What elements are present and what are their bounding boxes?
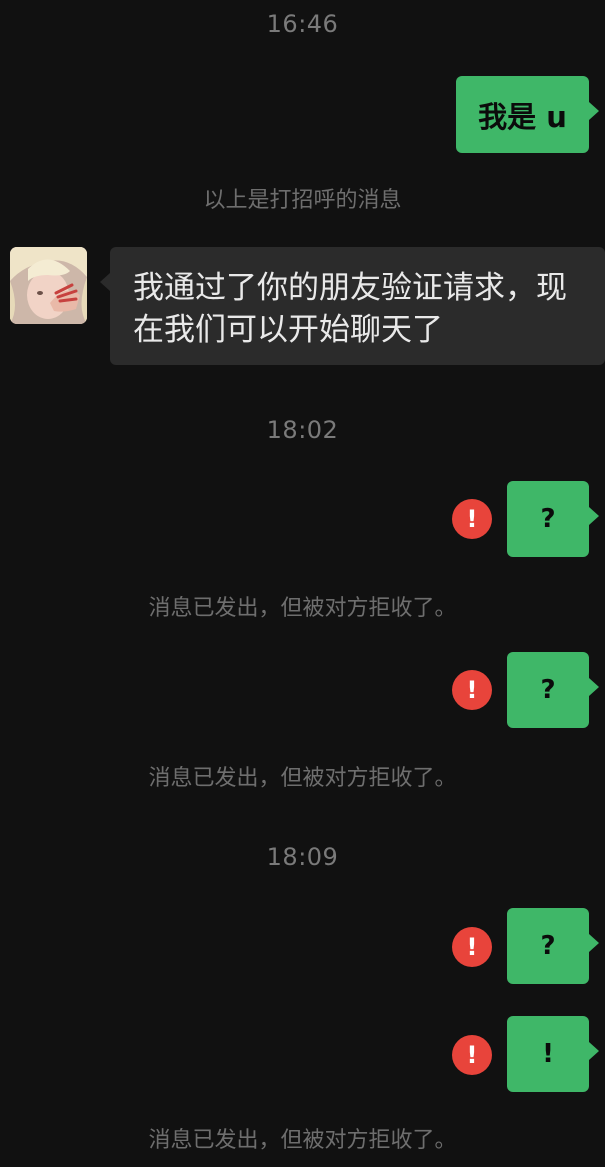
outgoing-message-bubble[interactable]: ! (507, 1016, 599, 1092)
message-text: ? (540, 504, 556, 534)
user-avatar-icon (10, 247, 87, 324)
message-text: ? (540, 675, 556, 705)
send-failed-icon[interactable]: ! (452, 1035, 492, 1075)
timestamp: 16:46 (266, 10, 339, 38)
contact-avatar[interactable] (10, 247, 87, 324)
send-failed-icon[interactable]: ! (452, 670, 492, 710)
send-failed-icon[interactable]: ! (452, 927, 492, 967)
message-text: 我是 u (478, 99, 567, 134)
rejected-notice: 消息已发出，但被对方拒收了。 (148, 596, 457, 621)
message-text-line: 在我们可以开始聊天了 (133, 312, 443, 348)
outgoing-message-bubble[interactable]: 我是 u (456, 76, 599, 153)
system-note: 以上是打招呼的消息 (203, 188, 402, 213)
message-text-line: 我通过了你的朋友验证请求，现 (133, 270, 567, 306)
message-text: ? (540, 931, 556, 961)
timestamp: 18:02 (266, 416, 339, 444)
outgoing-message-bubble[interactable]: ? (507, 481, 599, 557)
send-failed-icon[interactable]: ! (452, 499, 492, 539)
outgoing-message-bubble[interactable]: ? (507, 652, 599, 728)
timestamp: 18:09 (266, 843, 339, 871)
incoming-message-bubble[interactable]: 我通过了你的朋友验证请求，现 在我们可以开始聊天了 (100, 247, 605, 365)
message-text: ! (542, 1039, 554, 1069)
outgoing-message-bubble[interactable]: ? (507, 908, 599, 984)
rejected-notice: 消息已发出，但被对方拒收了。 (148, 1128, 457, 1153)
rejected-notice: 消息已发出，但被对方拒收了。 (148, 766, 457, 791)
